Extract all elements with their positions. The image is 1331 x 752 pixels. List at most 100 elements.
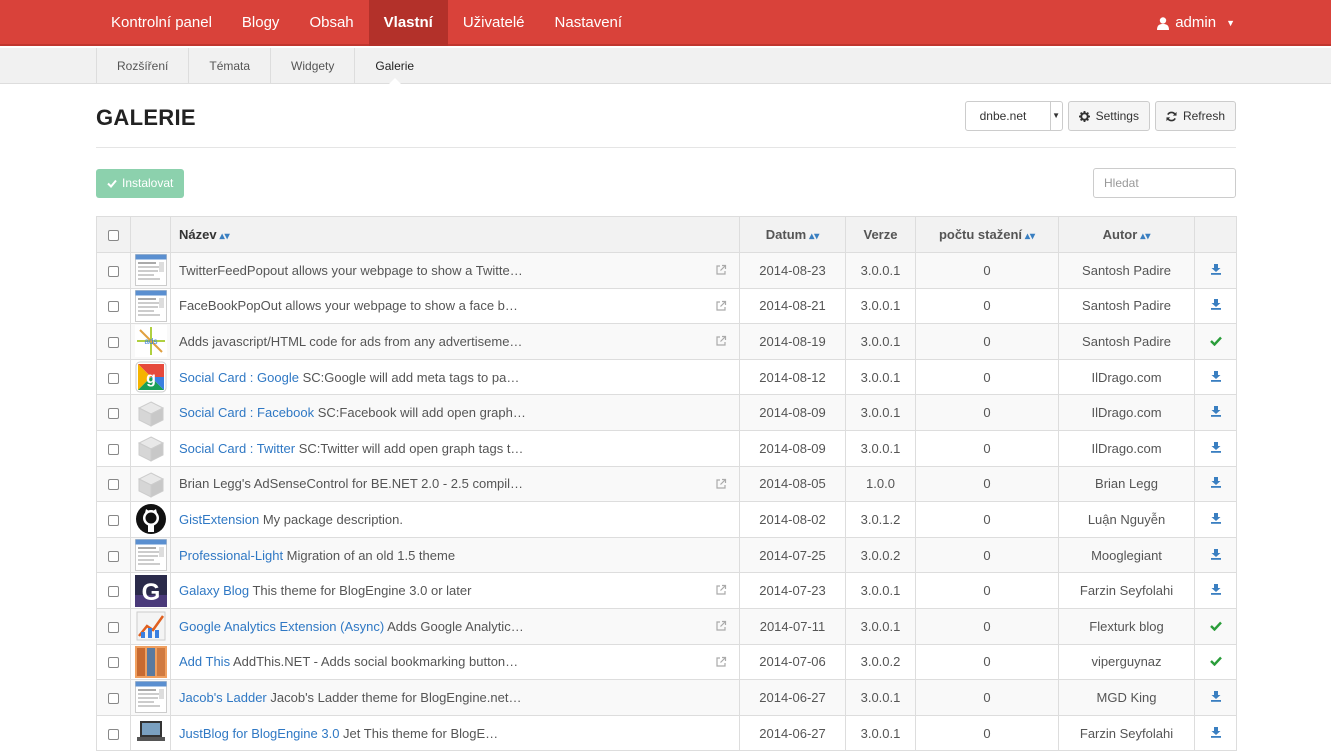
row-checkbox[interactable] <box>108 515 119 527</box>
version-cell: 3.0.0.2 <box>845 643 916 681</box>
column-header-name[interactable]: Název ▴▾ <box>170 216 740 253</box>
download-icon[interactable] <box>1210 263 1222 275</box>
package-link[interactable]: Google Analytics Extension (Async) <box>179 619 384 634</box>
source-select[interactable]: dnbe.net ▼ <box>964 101 1063 131</box>
download-icon[interactable] <box>1210 726 1222 738</box>
select-all-checkbox[interactable] <box>108 230 119 242</box>
row-checkbox[interactable] <box>108 337 119 349</box>
download-icon[interactable] <box>1210 548 1222 560</box>
row-checkbox[interactable] <box>108 586 119 598</box>
row-checkbox[interactable] <box>108 265 119 277</box>
table-row[interactable]: Social Card : Facebook SC:Facebook will … <box>96 394 1237 431</box>
settings-button[interactable]: Settings <box>1067 101 1150 131</box>
row-checkbox[interactable] <box>108 372 119 384</box>
nav-item[interactable]: Nastavení <box>540 0 638 46</box>
name-cell: Social Card : Twitter SC:Twitter will ad… <box>170 429 740 467</box>
package-thumbnail: g <box>135 361 167 393</box>
row-checkbox[interactable] <box>108 408 119 420</box>
table-row[interactable]: TwitterFeedPopout allows your webpage to… <box>96 252 1237 289</box>
nav-item[interactable]: Blogy <box>227 0 295 46</box>
user-menu[interactable]: admin ▼ <box>1157 0 1235 46</box>
row-checkbox[interactable] <box>108 443 119 455</box>
nav-item[interactable]: Kontrolní panel <box>96 0 227 46</box>
external-link-icon[interactable] <box>715 478 727 490</box>
table-row[interactable]: Jacob's Ladder Jacob's Ladder theme for … <box>96 679 1237 716</box>
package-link[interactable]: Galaxy Blog <box>179 583 249 598</box>
column-header-downloads[interactable]: počtu stažení ▴▾ <box>915 216 1059 253</box>
table-row[interactable]: g Social Card : Google SC:Google will ad… <box>96 358 1237 396</box>
thumbnail-cell <box>130 287 171 325</box>
download-icon[interactable] <box>1210 405 1222 417</box>
package-link[interactable]: Social Card : Facebook <box>179 405 314 420</box>
table-row[interactable]: JustBlog for BlogEngine 3.0 Jet This the… <box>96 714 1237 752</box>
nav-item[interactable]: Vlastní <box>368 0 448 46</box>
install-label: Instalovat <box>122 176 174 190</box>
column-label: počtu stažení <box>938 227 1023 242</box>
download-icon[interactable] <box>1210 298 1222 311</box>
package-thumbnail <box>134 254 167 287</box>
thumbnail-cell: G <box>130 572 171 609</box>
table-row[interactable]: Add This AddThis.NET - Adds social bookm… <box>96 643 1237 681</box>
downloads-cell: 0 <box>915 714 1059 752</box>
action-cell <box>1194 714 1237 752</box>
refresh-label: Refresh <box>1182 109 1225 123</box>
external-link-icon[interactable] <box>715 335 727 347</box>
package-link[interactable]: Social Card : Google <box>179 370 299 385</box>
package-link[interactable]: JustBlog for BlogEngine 3.0 <box>179 726 339 741</box>
download-icon[interactable] <box>1210 476 1222 489</box>
version-cell: 3.0.0.1 <box>845 572 916 609</box>
subnav-item[interactable]: Galerie <box>354 48 434 85</box>
download-icon[interactable] <box>1210 370 1222 382</box>
table-row[interactable]: Social Card : Twitter SC:Twitter will ad… <box>96 429 1237 467</box>
external-link-icon[interactable] <box>715 584 727 596</box>
subnav-item[interactable]: Rozšíření <box>96 48 188 84</box>
thumb-header <box>130 216 171 253</box>
subnav-item[interactable]: Témata <box>188 48 270 84</box>
package-link[interactable]: GistExtension <box>179 512 259 527</box>
thumbnail-cell <box>130 465 171 503</box>
external-link-icon[interactable] <box>715 620 727 632</box>
refresh-button[interactable]: Refresh <box>1154 101 1236 131</box>
sort-icon: ▴▾ <box>1140 231 1151 242</box>
table-row[interactable]: ads Adds javascript/HTML code for ads fr… <box>96 323 1237 360</box>
downloads-cell: 0 <box>915 252 1059 289</box>
external-link-icon[interactable] <box>715 300 727 312</box>
package-description: TwitterFeedPopout allows your webpage to… <box>179 262 523 278</box>
external-link-icon[interactable] <box>715 264 727 276</box>
name-cell: FaceBookPopOut allows your webpage to sh… <box>170 287 740 325</box>
subnav-item[interactable]: Widgety <box>270 48 354 84</box>
download-icon[interactable] <box>1210 583 1222 595</box>
download-icon[interactable] <box>1210 512 1222 524</box>
table-row[interactable]: G Galaxy Blog This theme for BlogEngine … <box>96 572 1237 609</box>
author-cell: IlDrago.com <box>1058 358 1195 396</box>
row-checkbox[interactable] <box>108 692 119 704</box>
package-link[interactable]: Jacob's Ladder <box>179 690 267 705</box>
search-input[interactable] <box>1093 168 1236 198</box>
row-checkbox[interactable] <box>108 550 119 562</box>
column-header-author[interactable]: Autor ▴▾ <box>1058 216 1195 253</box>
date-cell: 2014-06-27 <box>739 714 846 752</box>
package-link[interactable]: Add This <box>179 654 230 669</box>
table-row[interactable]: FaceBookPopOut allows your webpage to sh… <box>96 287 1237 325</box>
row-checkbox[interactable] <box>108 301 119 313</box>
nav-item[interactable]: Obsah <box>294 0 368 46</box>
row-checkbox[interactable] <box>108 479 119 491</box>
table-row[interactable]: Google Analytics Extension (Async) Adds … <box>96 607 1237 645</box>
package-link[interactable]: Professional-Light <box>179 548 283 563</box>
nav-item[interactable]: Uživatelé <box>448 0 540 46</box>
table-row[interactable]: Professional-Light Migration of an old 1… <box>96 536 1237 574</box>
top-navbar: Kontrolní panel Blogy Obsah Vlastní Uživatel… <box>0 0 1331 46</box>
table-row[interactable]: GistExtension My package description. 20… <box>96 501 1237 538</box>
row-checkbox[interactable] <box>108 621 119 633</box>
download-icon[interactable] <box>1210 690 1222 702</box>
check-icon <box>107 179 117 188</box>
install-button[interactable]: Instalovat <box>96 169 185 198</box>
row-checkbox[interactable] <box>108 728 119 740</box>
package-link[interactable]: Social Card : Twitter <box>179 441 295 456</box>
download-icon[interactable] <box>1210 441 1222 453</box>
external-link-icon[interactable] <box>715 656 727 668</box>
column-header-date[interactable]: Datum ▴▾ <box>739 216 846 253</box>
table-row[interactable]: Brian Legg's AdSenseControl for BE.NET 2… <box>96 465 1237 503</box>
row-checkbox[interactable] <box>108 657 119 669</box>
version-cell: 3.0.1.2 <box>845 501 916 538</box>
